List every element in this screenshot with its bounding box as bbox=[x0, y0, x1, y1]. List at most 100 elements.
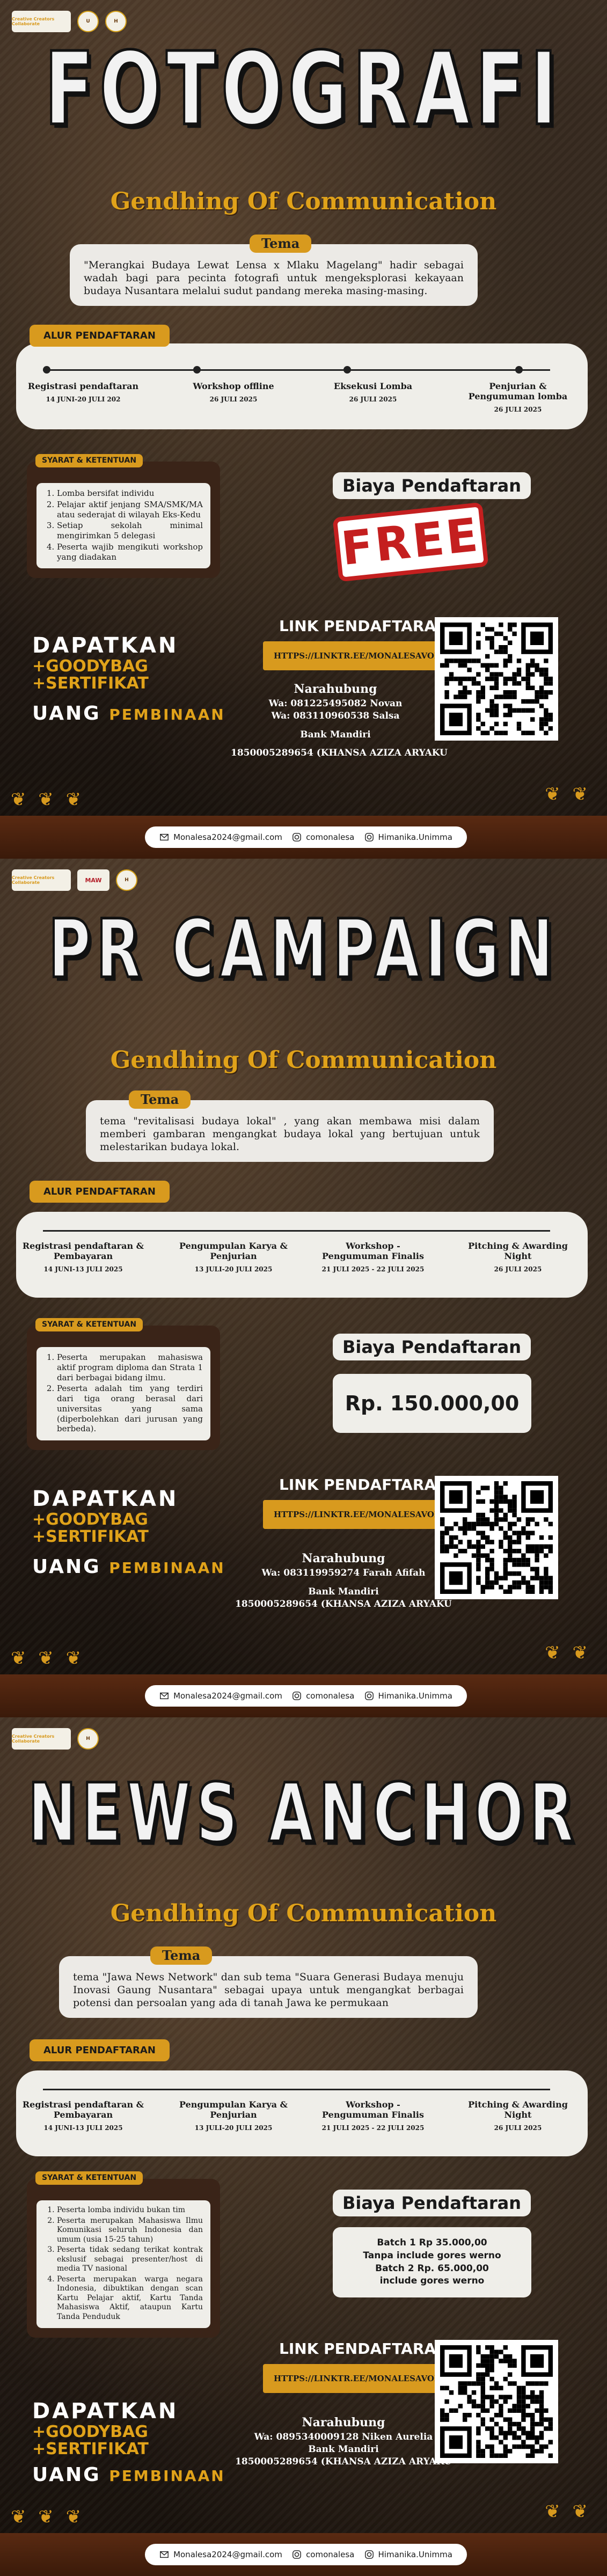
qr-code[interactable] bbox=[435, 617, 558, 741]
syarat-box: SYARAT & KETENTUAN Peserta lomba individ… bbox=[27, 2171, 220, 2338]
himanika-logo: H bbox=[105, 11, 127, 32]
syarat-item: Peserta tidak sedang terikat kontrak eks… bbox=[57, 2245, 203, 2274]
tema-text: "Merangkai Budaya Lewat Lensa x Mlaku Ma… bbox=[84, 259, 464, 297]
footer-contact: Monalesa2024@gmail.com comonalesa Himani… bbox=[145, 826, 467, 848]
timeline-step: Registrasi pendaftaran 14 JUNI-20 JULI 20… bbox=[27, 381, 139, 404]
creative-logo: Creative Creators Collaborate bbox=[12, 11, 71, 32]
footer-email[interactable]: Monalesa2024@gmail.com bbox=[159, 832, 282, 842]
footer-instagram[interactable]: comonalesa bbox=[292, 832, 354, 842]
tema-tag: Tema bbox=[150, 1946, 213, 1965]
poster-title: PR CAMPAIGN bbox=[47, 902, 559, 998]
poster-fotografi: Creative Creators Collaborate U H FOTOGR… bbox=[0, 0, 607, 859]
biaya-tag: Biaya Pendaftaran bbox=[333, 2190, 531, 2216]
himanika-logo: H bbox=[116, 869, 137, 891]
goodybag-text: +GOODYBAG bbox=[32, 2423, 148, 2441]
timeline-step: Pengumpulan Karya & Penjurian 13 JULI-20 … bbox=[179, 2099, 288, 2132]
syarat-item: Peserta wajib mengikuti workshop yang di… bbox=[57, 542, 203, 562]
timeline-step: Registrasi pendaftaran & Pembayaran 14 JU… bbox=[22, 2099, 144, 2132]
syarat-item: Lomba bersifat individu bbox=[57, 488, 203, 499]
price-line: include gores werno bbox=[379, 2275, 485, 2287]
poster-pr-campaign: Creative Creators Collaborate MAW H PR C… bbox=[0, 859, 607, 1717]
timeline-dot bbox=[193, 366, 201, 374]
syarat-list: Lomba bersifat individu Pelajar aktif je… bbox=[36, 483, 210, 569]
link-button[interactable]: HTTPS://LINKTR.EE/MONALESAVOL.4 bbox=[263, 1500, 459, 1529]
poster-subtitle: Gendhing Of Communication bbox=[110, 1900, 497, 1927]
instagram-icon bbox=[364, 1692, 374, 1700]
footer-contact: Monalesa2024@gmail.com comonalesa Himani… bbox=[145, 1685, 467, 1707]
qr-code[interactable] bbox=[435, 2340, 558, 2463]
footer-himanika[interactable]: Himanika.Unimma bbox=[364, 1691, 452, 1701]
timeline-dot bbox=[515, 366, 523, 374]
dapatkan-block: DAPATKAN +GOODYBAG +SERTIFIKAT UANG PEMB… bbox=[32, 2399, 225, 2486]
poster-subtitle: Gendhing Of Communication bbox=[110, 1046, 497, 1074]
syarat-item: Setiap sekolah minimal mengirimkan 5 del… bbox=[57, 521, 203, 541]
timeline: Registrasi pendaftaran 14 JUNI-20 JULI 20… bbox=[16, 343, 588, 429]
contact-block: Narahubung Wa: 081225495082 Novan Wa: 08… bbox=[252, 682, 419, 741]
timeline-dot bbox=[43, 366, 50, 374]
qr-code[interactable] bbox=[435, 1476, 558, 1599]
link-title: LINK PENDAFTARAN bbox=[279, 1476, 449, 1494]
timeline-line bbox=[43, 2089, 550, 2090]
syarat-tag: SYARAT & KETENTUAN bbox=[35, 2171, 143, 2185]
himanika-logo: H bbox=[77, 1728, 99, 1750]
timeline-step: Pitching & Awarding Night 26 JULI 2025 bbox=[468, 2099, 568, 2132]
link-button[interactable]: HTTPS://LINKTR.EE/MONALESAVOL.4 bbox=[263, 2364, 459, 2393]
goodybag-text: +GOODYBAG bbox=[32, 657, 148, 676]
syarat-box: SYARAT & KETENTUAN Lomba bersifat indivi… bbox=[27, 454, 220, 579]
price-box: Rp. 150.000,00 bbox=[333, 1374, 531, 1433]
syarat-list: Peserta merupakan mahasiswa aktif progra… bbox=[36, 1347, 210, 1440]
instagram-icon bbox=[292, 1692, 301, 1700]
poster-subtitle: Gendhing Of Communication bbox=[110, 188, 497, 215]
dapatkan-title: DAPATKAN bbox=[32, 2399, 179, 2424]
batik-ornament: ❦ ❦ bbox=[545, 2501, 591, 2522]
mail-icon bbox=[160, 2551, 169, 2558]
tema-box: Tema tema "revitalisasi budaya lokal" , … bbox=[86, 1091, 494, 1162]
batik-ornament: ❦ ❦ ❦ bbox=[11, 2506, 85, 2528]
timeline-step: Registrasi pendaftaran & Pembayaran 14 JU… bbox=[22, 1241, 144, 1274]
footer-instagram[interactable]: comonalesa bbox=[292, 2550, 354, 2559]
bank-account: 1850005289654 (KHANSA AZIZA ARYAKU bbox=[231, 748, 448, 758]
narahubung-line: Wa: 083119959274 Farah Afifah bbox=[261, 1567, 426, 1578]
footer-email[interactable]: Monalesa2024@gmail.com bbox=[159, 2550, 282, 2559]
price-list: Batch 1 Rp 35.000,00 Tanpa include gores… bbox=[333, 2227, 531, 2298]
alur-tag: ALUR PENDAFTARAN bbox=[30, 2039, 170, 2061]
creative-logo: Creative Creators Collaborate bbox=[12, 869, 71, 891]
footer-email[interactable]: Monalesa2024@gmail.com bbox=[159, 1691, 282, 1701]
batik-ornament: ❦ ❦ ❦ bbox=[11, 1648, 85, 1669]
bank-label: Bank Mandiri bbox=[308, 1586, 379, 1597]
link-title: LINK PENDAFTARAN bbox=[279, 617, 449, 635]
logo-row: Creative Creators Collaborate MAW H bbox=[12, 869, 137, 891]
narahubung-label: Narahubung bbox=[302, 1552, 385, 1565]
footer-himanika[interactable]: Himanika.Unimma bbox=[364, 2550, 452, 2559]
poster-news-anchor: Creative Creators Collaborate H NEWS ANC… bbox=[0, 1717, 607, 2576]
logo-row: Creative Creators Collaborate U H bbox=[12, 11, 127, 32]
free-stamp: FREE bbox=[332, 502, 489, 582]
logo-row: Creative Creators Collaborate H bbox=[12, 1728, 99, 1750]
timeline-step: Eksekusi Lomba 26 JULI 2025 bbox=[333, 381, 413, 404]
tema-tag: Tema bbox=[129, 1091, 191, 1109]
batik-ornament: ❦ ❦ bbox=[545, 1642, 591, 1664]
tema-tag: Tema bbox=[250, 235, 312, 253]
footer-himanika[interactable]: Himanika.Unimma bbox=[364, 832, 452, 842]
bank-account: 1850005289654 (KHANSA AZIZA ARYAKU bbox=[235, 1598, 452, 1609]
footer-instagram[interactable]: comonalesa bbox=[292, 1691, 354, 1701]
instagram-icon bbox=[364, 833, 374, 841]
dapatkan-title: DAPATKAN bbox=[32, 633, 179, 658]
syarat-item: Peserta merupakan warga negara Indonesia… bbox=[57, 2275, 203, 2322]
bank-label: Bank Mandiri bbox=[308, 2443, 379, 2455]
alur-tag: ALUR PENDAFTARAN bbox=[30, 325, 170, 347]
instagram-icon bbox=[292, 833, 301, 841]
timeline: Registrasi pendaftaran & Pembayaran 14 JU… bbox=[16, 1212, 588, 1298]
tema-text: tema "Jawa News Network" dan sub tema "S… bbox=[73, 1971, 464, 2009]
narahubung-line: Wa: 083110960538 Salsa bbox=[271, 710, 400, 721]
narahubung-line: Wa: 0895340009128 Niken Aurelia bbox=[254, 2431, 433, 2442]
biaya-tag: Biaya Pendaftaran bbox=[333, 472, 531, 499]
dapatkan-title: DAPATKAN bbox=[32, 1487, 179, 1511]
narahubung-label: Narahubung bbox=[302, 2416, 385, 2429]
contact-block: Narahubung Wa: 0895340009128 Niken Aurel… bbox=[231, 2415, 456, 2468]
narahubung-line: Wa: 081225495082 Novan bbox=[268, 698, 403, 709]
sertifikat-text: +SERTIFIKAT bbox=[32, 2439, 149, 2458]
qr-pattern bbox=[440, 2345, 553, 2458]
link-button[interactable]: HTTPS://LINKTR.EE/MONALESAVOL.4 bbox=[263, 641, 459, 670]
batik-ornament: ❦ ❦ bbox=[545, 784, 591, 805]
